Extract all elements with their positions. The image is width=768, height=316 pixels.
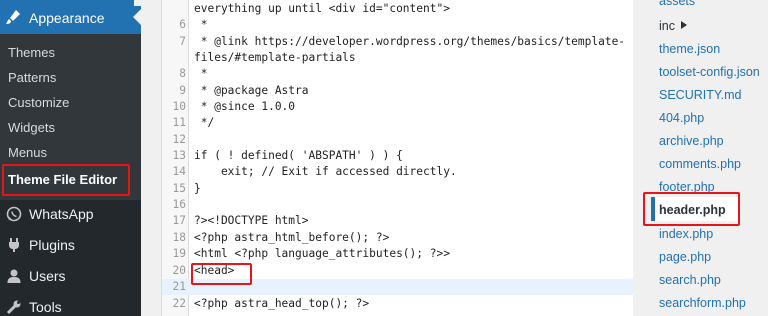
folder-inc[interactable]: inc — [659, 18, 687, 34]
highlight-header-php — [643, 192, 740, 226]
code-line: 15} — [172, 182, 201, 195]
users-icon — [7, 269, 21, 283]
theme-files-list: assets inc theme.json toolset-config.jso… — [633, 0, 768, 316]
code-line: 11 */ — [172, 116, 215, 129]
file-page-php[interactable]: page.php — [659, 249, 711, 265]
code-line: 16 — [172, 198, 186, 211]
menu-edge-notch — [134, 0, 141, 6]
file-index-php[interactable]: index.php — [659, 226, 713, 242]
menu-tools[interactable]: Tools — [0, 293, 141, 316]
code-line: files/#template-partials — [194, 51, 356, 64]
menu-appearance-label: Appearance — [29, 10, 105, 26]
menu-whatsapp[interactable]: WhatsApp — [0, 200, 141, 228]
code-line: 18 <?php astra_html_before(); ?> — [172, 231, 390, 244]
menu-plugins-label: Plugins — [29, 237, 75, 253]
file-toolset-config-json[interactable]: toolset-config.json — [659, 64, 760, 80]
menu-users-label: Users — [29, 268, 66, 284]
code-line: 12 — [172, 133, 186, 146]
current-menu-arrow — [133, 9, 141, 25]
file-security-md[interactable]: SECURITY.md — [659, 87, 741, 103]
code-line: 22 <?php astra_head_top(); ?> — [172, 297, 370, 310]
submenu-themes[interactable]: Themes — [8, 45, 55, 61]
code-line: 10 * @since 1.0.0 — [172, 100, 296, 113]
code-line: 14 exit; // Exit if accessed directly. — [172, 165, 457, 178]
code-line: 6 * — [179, 18, 208, 31]
file-assets[interactable]: assets — [659, 0, 695, 9]
menu-plugins[interactable]: Plugins — [0, 231, 141, 259]
menu-whatsapp-label: WhatsApp — [29, 206, 94, 222]
tools-icon — [6, 300, 21, 315]
whatsapp-icon — [6, 206, 22, 222]
file-searchform-php[interactable]: searchform.php — [659, 295, 746, 311]
plugins-icon — [9, 238, 19, 252]
submenu-customize[interactable]: Customize — [8, 95, 69, 111]
paintbrush-icon — [6, 10, 20, 24]
folder-inc-label: inc — [659, 19, 675, 33]
code-line: 7 * @link https://developer.wordpress.or… — [179, 35, 626, 48]
submenu-widgets[interactable]: Widgets — [8, 120, 55, 136]
file-comments-php[interactable]: comments.php — [659, 156, 741, 172]
file-404-php[interactable]: 404.php — [659, 110, 704, 126]
highlight-theme-file-editor — [2, 164, 130, 196]
menu-tools-label: Tools — [29, 299, 62, 315]
code-line: 13 if ( ! defined( 'ABSPATH' ) ) { — [172, 149, 403, 162]
code-line: everything up until <div id="content"> — [194, 2, 450, 15]
admin-sidebar: Appearance Themes Patterns Customize Wid… — [0, 0, 141, 316]
code-line: 9 * @package Astra — [179, 84, 309, 97]
file-archive-php[interactable]: archive.php — [659, 133, 724, 149]
submenu-menus[interactable]: Menus — [8, 145, 47, 161]
file-theme-json[interactable]: theme.json — [659, 41, 720, 57]
file-search-php[interactable]: search.php — [659, 272, 721, 288]
expand-arrow-icon — [680, 21, 687, 29]
submenu-patterns[interactable]: Patterns — [8, 70, 56, 86]
code-line: 8 * — [179, 67, 208, 80]
menu-appearance[interactable]: Appearance — [0, 0, 141, 34]
code-line: 17 ?><!DOCTYPE html> — [172, 214, 309, 227]
menu-users[interactable]: Users — [0, 262, 141, 290]
code-line: 19 <html <?php language_attributes(); ?>> — [172, 247, 450, 260]
highlight-head-tag — [191, 263, 252, 285]
